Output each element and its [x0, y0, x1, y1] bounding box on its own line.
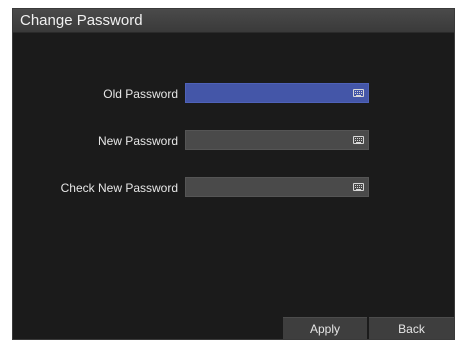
dialog-title: Change Password [20, 12, 143, 29]
back-button[interactable]: Back [369, 317, 454, 339]
keyboard-icon[interactable] [353, 89, 364, 97]
new-password-input[interactable] [186, 131, 346, 149]
old-password-label: Old Password [103, 87, 178, 101]
title-bar: Change Password [13, 9, 454, 33]
keyboard-icon[interactable] [353, 183, 364, 191]
new-password-label: New Password [97, 134, 178, 148]
check-new-password-field[interactable] [185, 177, 369, 197]
old-password-input[interactable] [186, 84, 346, 102]
new-password-field[interactable] [185, 130, 369, 150]
check-new-password-label: Check New Password [60, 181, 178, 195]
change-password-dialog: Change Password Old Password New Passwor… [12, 8, 455, 340]
check-new-password-input[interactable] [186, 178, 346, 196]
apply-button[interactable]: Apply [283, 317, 367, 339]
keyboard-icon[interactable] [353, 136, 364, 144]
old-password-field[interactable] [185, 83, 369, 103]
